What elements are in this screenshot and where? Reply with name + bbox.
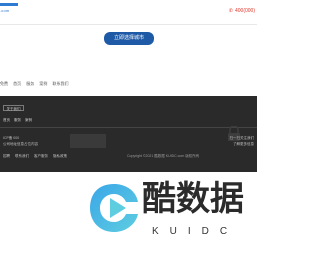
top-header: .com ✆ 400(000) (0, 0, 257, 25)
footer-address: 公司地址信息占位内容 (3, 142, 38, 146)
brand-play-icon (90, 184, 138, 232)
footer-category[interactable]: 首页 (3, 118, 10, 122)
phone-number[interactable]: ✆ 400(000) (229, 8, 255, 14)
footer-nav-item[interactable]: 隐私政策 (53, 154, 67, 158)
footer-follow: 扫一扫关注我们 (229, 136, 255, 140)
brand-name-en: KUIDC (152, 226, 239, 237)
link-item[interactable]: 首页 (13, 81, 21, 86)
footer-category[interactable]: 案例 (25, 118, 32, 122)
link-item[interactable]: 服务 (26, 81, 34, 86)
link-item[interactable]: 联系我们 (53, 81, 69, 86)
site-footer: 关于我们 首页 服务 案例 ICP备 000 公司地址信息占位内容 招聘 联系我… (0, 96, 257, 172)
footer-more-info: 了解更多信息 (233, 142, 254, 146)
select-city-button[interactable]: 立即选择城市 (104, 32, 154, 45)
footer-copyright: Copyright ©2021 酷数据 KUIDC.com 版权所有 (127, 154, 200, 158)
footer-nav-item[interactable]: 联系我们 (15, 154, 29, 158)
phone-icon: ✆ (228, 8, 233, 14)
phone-text: 400(000) (234, 8, 255, 14)
footer-icp: ICP备 000 (3, 136, 20, 140)
footer-divider (0, 127, 257, 128)
logo-bar (0, 3, 18, 6)
footer-nav-item[interactable]: 客户服务 (34, 154, 48, 158)
brand-name-cn: 酷数据 (142, 179, 244, 219)
footer-categories: 首页 服务 案例 (3, 118, 35, 123)
footer-nav-item[interactable]: 招聘 (3, 154, 10, 158)
link-item[interactable]: 案例 (39, 81, 47, 86)
footer-category[interactable]: 服务 (14, 118, 21, 122)
link-item[interactable]: 免费 (0, 81, 8, 86)
footer-tag[interactable]: 关于我们 (3, 105, 24, 111)
site-logo[interactable]: .com (0, 3, 18, 13)
footer-placeholder-block (70, 134, 106, 148)
logo-text: .com (0, 8, 10, 13)
footer-nav: 招聘 联系我们 客户服务 隐私政策 (3, 154, 71, 159)
quick-links: 免费 首页 服务 案例 联系我们 (0, 81, 73, 89)
